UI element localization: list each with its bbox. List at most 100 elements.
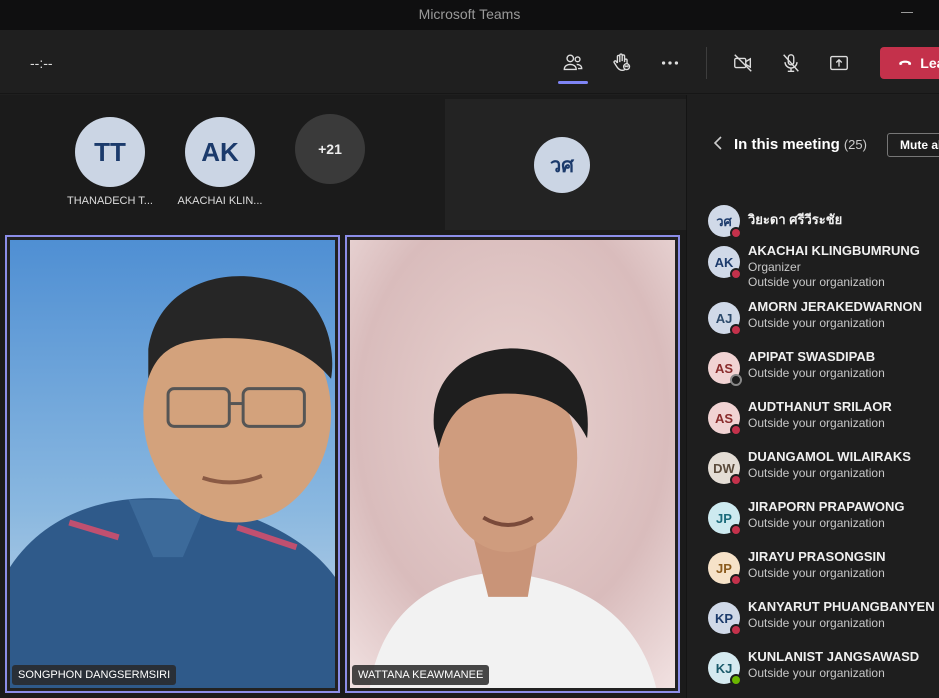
- avatar-initials: KP: [714, 610, 734, 626]
- participant-org-note: Outside your organization: [748, 275, 885, 289]
- participant-org-note: Outside your organization: [748, 366, 885, 380]
- meeting-stage: TT THANADECH T... AK AKACHAI KLIN... +21…: [0, 95, 686, 698]
- avatar: วศ: [534, 137, 590, 193]
- avatar-initials: วศ: [716, 213, 732, 229]
- participant-row[interactable]: JP JIRAPORN PRAPAWONG Outside your organiz…: [687, 497, 939, 545]
- more-participants-button[interactable]: +21: [295, 114, 365, 184]
- avatar: JP: [708, 502, 742, 536]
- participant-org-note: Outside your organization: [748, 616, 885, 630]
- people-icon: [563, 54, 583, 71]
- avatar-initials: AK: [714, 254, 734, 270]
- participant-role: Organizer: [748, 260, 801, 274]
- status-muted-icon: [730, 624, 742, 636]
- avatar: AK: [708, 246, 742, 280]
- avatar: KP: [708, 602, 742, 636]
- status-muted-icon: [730, 574, 742, 586]
- avatar: AS: [708, 402, 742, 436]
- participant-org-note: Outside your organization: [748, 316, 885, 330]
- mic-toggle-button[interactable]: [776, 48, 806, 78]
- status-muted-icon: [730, 227, 742, 239]
- window-title: Microsoft Teams: [418, 6, 521, 22]
- participant-row[interactable]: AS AUDTHANUT SRILAOR Outside your organiza…: [687, 397, 939, 445]
- participant-row[interactable]: KP KANYARUT PHUANGBANYEN Outside your orga…: [687, 597, 939, 645]
- camera-off-icon: [734, 54, 752, 72]
- participant-name: AUDTHANUT SRILAOR: [748, 399, 892, 414]
- participant-row[interactable]: AK AKACHAI KLINGBUMRUNG Organizer Outside y…: [687, 241, 939, 289]
- participant-name: AKACHAI KLIN...: [177, 195, 263, 207]
- participant-name: DUANGAMOL WILAIRAKS: [748, 449, 911, 464]
- meeting-toolbar: --:-- Leave: [0, 30, 939, 94]
- avatar-initials: AS: [714, 410, 734, 426]
- participant-name: APIPAT SWASDIPAB: [748, 349, 876, 364]
- leave-button[interactable]: Leave: [880, 47, 939, 79]
- video-feed: [350, 240, 675, 688]
- status-muted-icon: [730, 474, 742, 486]
- participant-row[interactable]: JP JIRAYU PRASONGSIN Outside your organiza…: [687, 547, 939, 595]
- participants-panel: In this meeting(25) Mute all วศ วิยะดา ศร…: [686, 95, 939, 698]
- avatar: KJ: [708, 652, 742, 686]
- share-button[interactable]: [824, 48, 854, 78]
- participant-name: KUNLANIST JANGSAWASD: [748, 649, 920, 664]
- people-button[interactable]: [558, 48, 588, 84]
- video-tile[interactable]: WATTANA KEAWMANEE: [345, 235, 680, 693]
- avatar[interactable]: AK: [185, 117, 255, 187]
- participant-row[interactable]: DW DUANGAMOL WILAIRAKS Outside your organi…: [687, 447, 939, 495]
- video-nameplate: SONGPHON DANGSERMSIRI: [12, 665, 177, 685]
- panel-title-text: In this meeting: [734, 136, 840, 153]
- panel-header: In this meeting(25) Mute all: [687, 129, 939, 159]
- status-muted-icon: [730, 268, 742, 280]
- participant-strip: TT THANADECH T... AK AKACHAI KLIN... +21: [0, 95, 442, 230]
- participant-row[interactable]: KJ KUNLANIST JANGSAWASD Outside your organ…: [687, 647, 939, 695]
- participant-org-note: Outside your organization: [748, 416, 885, 430]
- avatar-initials: AJ: [715, 310, 733, 326]
- avatar: AS: [708, 352, 742, 386]
- minimize-icon[interactable]: [901, 12, 913, 13]
- avatar-initials: DW: [713, 460, 735, 476]
- avatar: JP: [708, 552, 742, 586]
- participant-row[interactable]: AJ AMORN JERAKEDWARNON Outside your organi…: [687, 297, 939, 345]
- avatar: วศ: [708, 205, 742, 239]
- mute-all-button[interactable]: Mute all: [887, 133, 939, 157]
- participant-name: JIRAPORN PRAPAWONG: [748, 499, 905, 514]
- participant-count: (25): [843, 137, 867, 152]
- status-offline-icon: [730, 374, 742, 386]
- status-available-icon: [730, 674, 742, 686]
- toolbar-divider: [706, 47, 707, 79]
- participant-name: THANADECH T...: [67, 195, 153, 207]
- share-icon: [830, 55, 848, 71]
- participant-name: AMORN JERAKEDWARNON: [748, 299, 923, 314]
- title-bar: Microsoft Teams: [0, 0, 939, 30]
- more-icon: [661, 61, 679, 65]
- status-muted-icon: [730, 324, 742, 336]
- video-feed: [10, 240, 335, 688]
- camera-toggle-button[interactable]: [728, 48, 758, 78]
- participant-org-note: Outside your organization: [748, 566, 885, 580]
- avatar-initials: JP: [716, 510, 732, 526]
- status-muted-icon: [730, 524, 742, 536]
- video-frame: [350, 240, 675, 688]
- panel-title: In this meeting (25): [734, 136, 867, 153]
- avatar-initials: JP: [716, 560, 732, 576]
- avatar-initials: AS: [714, 360, 734, 376]
- chevron-left-icon[interactable]: [713, 136, 723, 150]
- leave-label: Leave: [920, 55, 939, 71]
- participant-name: วิยะดา ศรีวีระชัย: [748, 212, 843, 227]
- participant-org-note: Outside your organization: [748, 466, 885, 480]
- participant-name: JIRAYU PRASONGSIN: [748, 549, 886, 564]
- avatar[interactable]: TT: [75, 117, 145, 187]
- mic-off-icon: [783, 54, 799, 72]
- avatar-initials: KJ: [715, 660, 733, 676]
- more-options-button[interactable]: [655, 48, 685, 78]
- raise-hand-button[interactable]: [607, 48, 637, 78]
- avatar: AJ: [708, 302, 742, 336]
- participant-row[interactable]: AS APIPAT SWASDIPAB Outside your organizat…: [687, 347, 939, 395]
- status-muted-icon: [730, 424, 742, 436]
- participant-org-note: Outside your organization: [748, 666, 885, 680]
- participant-tile[interactable]: วศ: [445, 99, 686, 230]
- avatar: DW: [708, 452, 742, 486]
- participant-name: AKACHAI KLINGBUMRUNG: [748, 243, 920, 258]
- meeting-timer: --:--: [30, 55, 53, 71]
- participant-name: KANYARUT PHUANGBANYEN: [748, 599, 935, 614]
- video-tile[interactable]: SONGPHON DANGSERMSIRI: [5, 235, 340, 693]
- video-nameplate: WATTANA KEAWMANEE: [352, 665, 490, 685]
